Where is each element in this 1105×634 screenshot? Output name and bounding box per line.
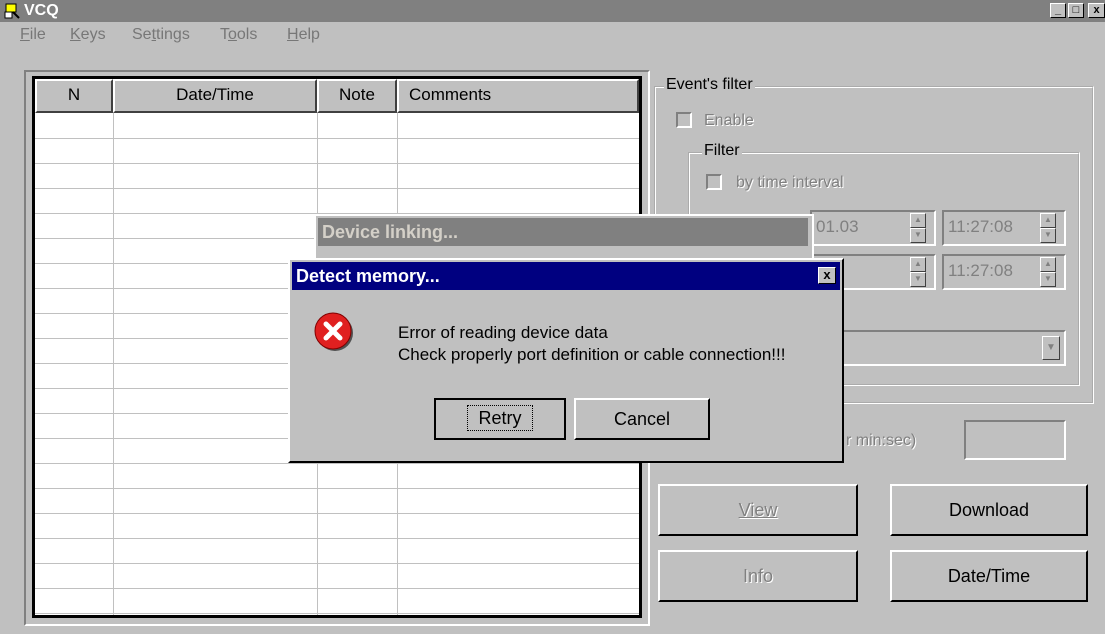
spin-up-icon[interactable]: ▲ [910, 257, 926, 272]
interval-label: r min:sec) [846, 432, 917, 449]
menu-file[interactable]: File [20, 26, 46, 44]
table-row-line [35, 463, 639, 464]
events-filter-title: Event's filter [664, 76, 755, 94]
dialog-title: Detect memory... [296, 266, 440, 286]
menu-tools[interactable]: Tools [220, 26, 257, 44]
spin-up-icon[interactable]: ▲ [1040, 257, 1056, 272]
info-button[interactable]: Info [658, 550, 858, 602]
dialog-titlebar: Detect memory... x [292, 262, 840, 290]
maximize-button[interactable]: □ [1068, 3, 1084, 18]
to-date-spinner[interactable]: ▲ ▼ [910, 257, 926, 287]
table-row-line [35, 513, 639, 514]
spin-down-icon[interactable]: ▼ [1040, 228, 1056, 243]
spin-down-icon[interactable]: ▼ [1040, 272, 1056, 287]
download-button[interactable]: Download [890, 484, 1088, 536]
retry-button[interactable]: Retry [434, 398, 566, 440]
table-row-line [35, 163, 639, 164]
device-linking-title: Device linking... [318, 218, 808, 246]
cancel-button-label: Cancel [613, 409, 671, 429]
datetime-button[interactable]: Date/Time [890, 550, 1088, 602]
window-titlebar: VCQ _ □ x [0, 0, 1105, 22]
download-button-label: Download [948, 500, 1030, 520]
spin-up-icon[interactable]: ▲ [910, 213, 926, 228]
retry-button-label: Retry [467, 405, 533, 431]
spin-down-icon[interactable]: ▼ [910, 272, 926, 287]
table-row-line [35, 538, 639, 539]
table-column-line [113, 113, 114, 615]
filter-title: Filter [702, 142, 742, 160]
table-row-line [35, 613, 639, 614]
filter-combo[interactable] [810, 330, 1066, 366]
menu-keys[interactable]: Keys [70, 26, 106, 44]
cancel-button[interactable]: Cancel [574, 398, 710, 440]
to-time-spinner[interactable]: ▲ ▼ [1040, 257, 1056, 287]
by-time-interval-label: by time interval [736, 174, 844, 191]
table-row-line [35, 588, 639, 589]
enable-checkbox[interactable] [676, 112, 692, 128]
close-button[interactable]: x [1088, 3, 1105, 18]
error-message-line2: Check properly port definition or cable … [398, 345, 786, 364]
from-time-spinner[interactable]: ▲ ▼ [1040, 213, 1056, 243]
view-button[interactable]: View [658, 484, 858, 536]
app-icon [3, 2, 21, 20]
table-row-line [35, 138, 639, 139]
error-icon [314, 312, 354, 352]
by-time-interval-checkbox[interactable] [706, 174, 722, 190]
spin-down-icon[interactable]: ▼ [910, 228, 926, 243]
info-button-label: Info [742, 566, 774, 586]
window-title: VCQ [24, 2, 59, 19]
table-row-line [35, 488, 639, 489]
menu-settings[interactable]: Settings [132, 26, 190, 44]
enable-label: Enable [704, 112, 754, 129]
spin-up-icon[interactable]: ▲ [1040, 213, 1056, 228]
dialog-close-button[interactable]: x [818, 267, 836, 284]
from-date-spinner[interactable]: ▲ ▼ [910, 213, 926, 243]
detect-memory-dialog: Detect memory... x Error of reading devi… [288, 258, 844, 463]
chevron-down-icon[interactable]: ▼ [1042, 336, 1060, 360]
menu-help[interactable]: Help [287, 26, 320, 44]
error-message-line1: Error of reading device data [398, 323, 608, 342]
minimize-button[interactable]: _ [1050, 3, 1066, 18]
table-row-line [35, 563, 639, 564]
datetime-button-label: Date/Time [947, 566, 1031, 586]
table-row-line [35, 188, 639, 189]
interval-field[interactable] [964, 420, 1066, 460]
view-button-label: View [738, 500, 778, 520]
